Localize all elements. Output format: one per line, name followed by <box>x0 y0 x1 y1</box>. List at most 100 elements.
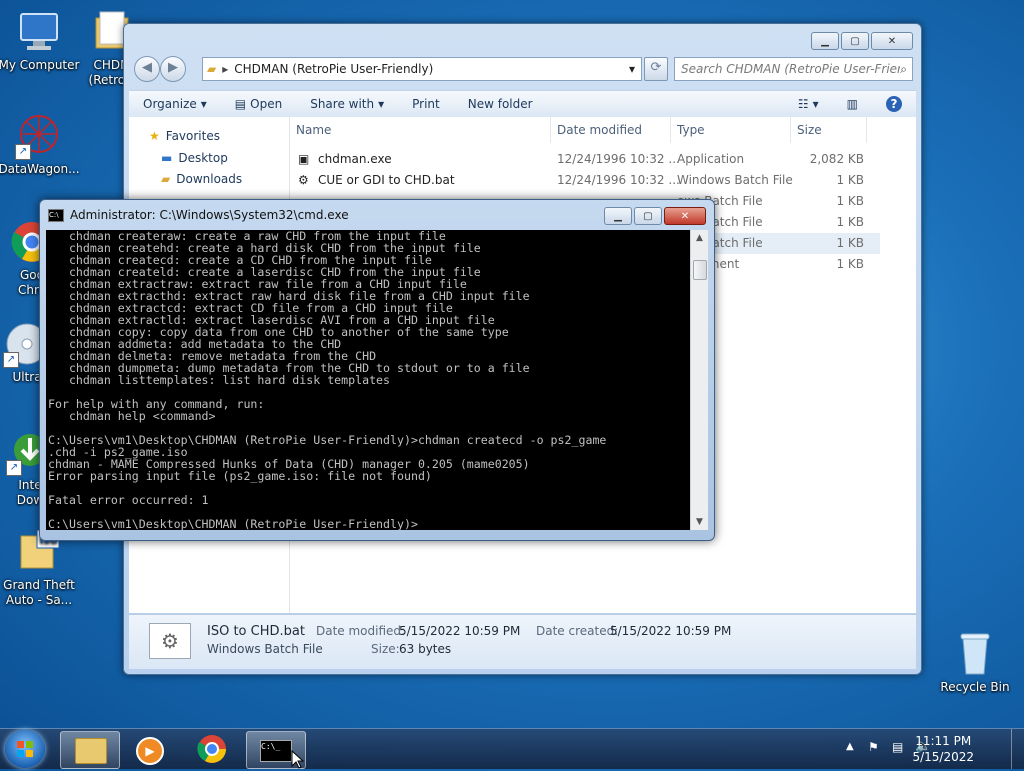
forward-button[interactable]: ▶ <box>160 56 186 82</box>
cmd-window[interactable]: C:\ Administrator: C:\Windows\System32\c… <box>39 199 715 541</box>
chevron-down-icon[interactable]: ▾ <box>629 62 635 76</box>
file-row[interactable]: ▣ chdman.exe 12/24/1996 10:32 ... Applic… <box>290 149 880 170</box>
file-row[interactable]: ⚙ CUE or GDI to CHD.bat 12/24/1996 10:32… <box>290 170 880 191</box>
taskbar: ▶ C:\_ ▲ ⚑ ▤ 🔈 11:11 PM 5/15/2022 <box>0 728 1024 769</box>
details-date-modified-label: Date modified: <box>316 624 406 638</box>
tray-expand-icon[interactable]: ▲ <box>846 741 854 752</box>
scroll-down-arrow-icon[interactable]: ▼ <box>691 514 708 530</box>
maximize-button[interactable]: ▢ <box>841 32 869 50</box>
details-filename: ISO to CHD.bat <box>207 624 305 639</box>
shortcut-arrow-icon: ↗ <box>3 352 19 368</box>
desktop-icon-my-computer[interactable]: My Computer <box>0 8 81 73</box>
print-button[interactable]: Print <box>398 97 454 111</box>
address-bar[interactable]: ▰ ▸ CHDMAN (RetroPie User-Friendly) ▾ <box>202 57 642 81</box>
organize-button[interactable]: Organize ▾ <box>129 97 221 111</box>
desktop-icon: ▬ <box>161 151 173 165</box>
refresh-button[interactable]: ⟳ <box>644 57 668 81</box>
scroll-up-arrow-icon[interactable]: ▲ <box>691 230 708 246</box>
desktop-icon-label: Recycle Bin <box>940 680 1010 694</box>
nav-favorites[interactable]: ★ Favorites <box>149 129 220 143</box>
taskbar-media-player-button[interactable]: ▶ <box>120 731 178 767</box>
breadcrumb: CHDMAN (RetroPie User-Friendly) <box>234 62 434 76</box>
action-center-icon[interactable]: ⚑ <box>868 740 879 754</box>
preview-pane-button[interactable]: ▥ <box>833 97 872 111</box>
cmd-title: Administrator: C:\Windows\System32\cmd.e… <box>70 208 349 222</box>
chrome-icon <box>197 735 226 763</box>
help-icon: ? <box>886 96 902 112</box>
command-bar: Organize ▾ ▤ Open Share with ▾ Print New fo… <box>129 90 916 118</box>
desktop-icon-datawagon[interactable]: ↗ DataWagon... <box>0 112 81 177</box>
address-row: ◀ ▶ ▰ ▸ CHDMAN (RetroPie User-Friendly) … <box>132 56 913 82</box>
star-icon: ★ <box>149 129 160 143</box>
scrollbar-thumb[interactable] <box>693 260 707 280</box>
chevron-down-icon: ▾ <box>812 97 819 111</box>
folder-icon <box>75 738 107 764</box>
search-placeholder: Search CHDMAN (RetroPie User-Frien... <box>681 62 901 76</box>
clock-date: 5/15/2022 <box>912 750 974 764</box>
new-folder-button[interactable]: New folder <box>454 97 547 111</box>
back-button[interactable]: ◀ <box>134 56 160 82</box>
view-options-button[interactable]: ☷ ▾ <box>784 97 833 111</box>
start-button[interactable] <box>5 730 45 768</box>
window-controls: ▁ ▢ ✕ <box>604 207 706 225</box>
window-controls: ▁ ▢ ✕ <box>811 32 913 50</box>
vertical-scrollbar[interactable]: ▲ ▼ <box>690 230 708 530</box>
desktop-icon-recycle-bin[interactable]: Recycle Bin <box>933 630 1017 695</box>
recycle-bin-icon <box>951 630 999 678</box>
chevron-down-icon: ▾ <box>200 97 207 111</box>
column-header-name[interactable]: Name <box>290 117 551 143</box>
share-with-button[interactable]: Share with ▾ <box>296 97 398 111</box>
chevron-down-icon: ▾ <box>378 97 385 111</box>
taskbar-explorer-button[interactable] <box>60 731 120 769</box>
open-icon: ▤ <box>234 97 247 111</box>
maximize-button[interactable]: ▢ <box>634 207 662 225</box>
open-button[interactable]: ▤ Open <box>221 97 296 111</box>
console-output[interactable]: chdman createraw: create a raw CHD from … <box>46 230 690 530</box>
search-input[interactable]: Search CHDMAN (RetroPie User-Frien... ⌕ <box>674 57 913 81</box>
column-header-date[interactable]: Date modified <box>551 117 671 143</box>
preview-pane-icon: ▥ <box>846 97 858 111</box>
network-icon[interactable]: ▤ <box>892 740 903 754</box>
nav-item-downloads[interactable]: ▰ Downloads <box>161 172 242 186</box>
column-header-type[interactable]: Type <box>671 117 791 143</box>
console-icon: C:\ <box>48 208 64 222</box>
cmd-title-bar: C:\ Administrator: C:\Windows\System32\c… <box>48 208 349 222</box>
batch-file-icon: ⚙ <box>298 173 309 187</box>
details-pane: ⚙ ISO to CHD.bat Windows Batch File Date… <box>129 614 916 669</box>
close-button[interactable]: ✕ <box>871 32 913 50</box>
show-desktop-button[interactable] <box>1011 729 1024 769</box>
mouse-cursor-icon <box>291 750 305 769</box>
console-icon: C:\_ <box>260 740 292 762</box>
minimize-button[interactable]: ▁ <box>811 32 839 50</box>
network-graph-icon: ↗ <box>15 112 63 160</box>
desktop-icon-label: DataWagon... <box>0 162 80 176</box>
windows-logo-icon <box>17 741 33 757</box>
shortcut-arrow-icon: ↗ <box>6 460 22 476</box>
clock-time: 11:11 PM <box>915 734 972 748</box>
details-size-label: Size: <box>371 642 400 656</box>
desktop-icon-label: Ultra <box>12 370 42 384</box>
media-player-icon: ▶ <box>136 737 164 765</box>
shortcut-arrow-icon: ↗ <box>15 144 31 160</box>
taskbar-chrome-button[interactable] <box>183 731 241 767</box>
folder-icon: ▰ <box>207 62 217 76</box>
clock[interactable]: 11:11 PM 5/15/2022 <box>912 733 974 765</box>
desktop-icon-label: My Computer <box>0 58 80 72</box>
exe-file-icon: ▣ <box>298 152 310 166</box>
console-text: chdman createraw: create a raw CHD from … <box>48 230 607 530</box>
details-filetype: Windows Batch File <box>207 642 323 656</box>
details-date-created-label: Date created: <box>536 624 619 638</box>
minimize-button[interactable]: ▁ <box>604 207 632 225</box>
column-header-size[interactable]: Size <box>791 117 867 143</box>
search-icon[interactable]: ⌕ <box>900 62 907 77</box>
close-button[interactable]: ✕ <box>664 207 706 225</box>
downloads-icon: ▰ <box>161 172 171 186</box>
details-date-modified: 5/15/2022 10:59 PM <box>399 624 521 638</box>
help-button[interactable]: ? <box>872 96 916 112</box>
computer-icon <box>15 8 63 56</box>
view-icon: ☷ <box>797 97 809 111</box>
batch-file-icon: ⚙ <box>149 623 191 659</box>
nav-item-desktop[interactable]: ▬ Desktop <box>161 151 228 165</box>
desktop-icon-label: Grand Theft Auto - Sa... <box>3 578 75 607</box>
details-size: 63 bytes <box>399 642 452 656</box>
